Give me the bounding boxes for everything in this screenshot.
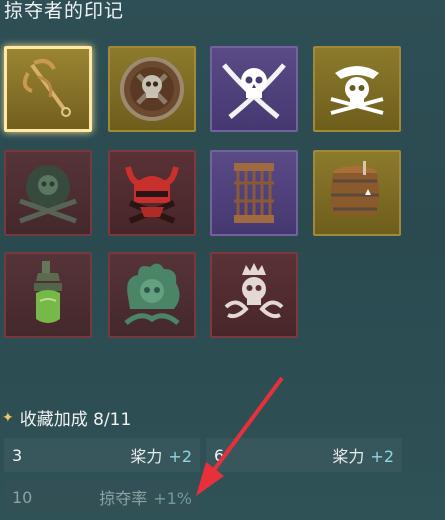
sparkle-icon: ✦ [2,409,14,426]
bonus-value: +2 [168,447,192,466]
tile-iron-cage[interactable] [210,150,298,236]
bonus-stat: 掠夺率 [99,489,148,508]
jolly-roger-swords-icon [19,165,77,224]
tile-pirate-skull-hat[interactable] [313,46,401,132]
bonus-threshold: 6 [214,445,225,465]
tile-skull-shield[interactable] [108,46,196,132]
tile-horned-helmet[interactable] [108,150,196,236]
bonus-row: 10 掠夺率 +1% [4,480,200,514]
page-title: 掠夺者的印记 [4,0,125,22]
bonus-threshold: 10 [12,487,33,507]
barrel-icon [331,161,379,215]
tile-jolly-roger-swords[interactable] [4,150,92,236]
tile-flaming-skull[interactable] [108,252,196,338]
pirate-skull-hat-icon [330,66,384,115]
tile-barrel[interactable] [313,150,401,236]
bonus-threshold: 3 [12,445,23,465]
tile-lantern-bottle[interactable] [4,252,92,338]
tile-crowned-skull[interactable] [210,252,298,338]
tile-grappling-hook[interactable] [4,46,92,132]
crowned-skull-icon [224,263,284,319]
collection-bonus-header: ✦ 收藏加成 8/11 [2,405,132,431]
bonus-row: 3 桨力 +2 [4,438,200,472]
skull-shield-icon [120,57,184,121]
bonus-row: 6 桨力 +2 [206,438,402,472]
grappling-hook-icon [22,59,71,117]
skull-crossed-swords-icon [222,63,286,119]
horned-helmet-icon [125,166,179,224]
iron-cage-icon [234,163,274,223]
bonus-stat: 桨力 [332,447,365,466]
flaming-skull-icon [124,263,180,325]
collection-bonus-label: 收藏加成 8/11 [19,410,132,430]
bonus-value: +1% [153,489,192,508]
lantern-bottle-icon [34,261,62,323]
bonus-value: +2 [370,447,394,466]
bonus-stat: 桨力 [130,447,163,466]
tile-skull-crossed-swords[interactable] [210,46,298,132]
